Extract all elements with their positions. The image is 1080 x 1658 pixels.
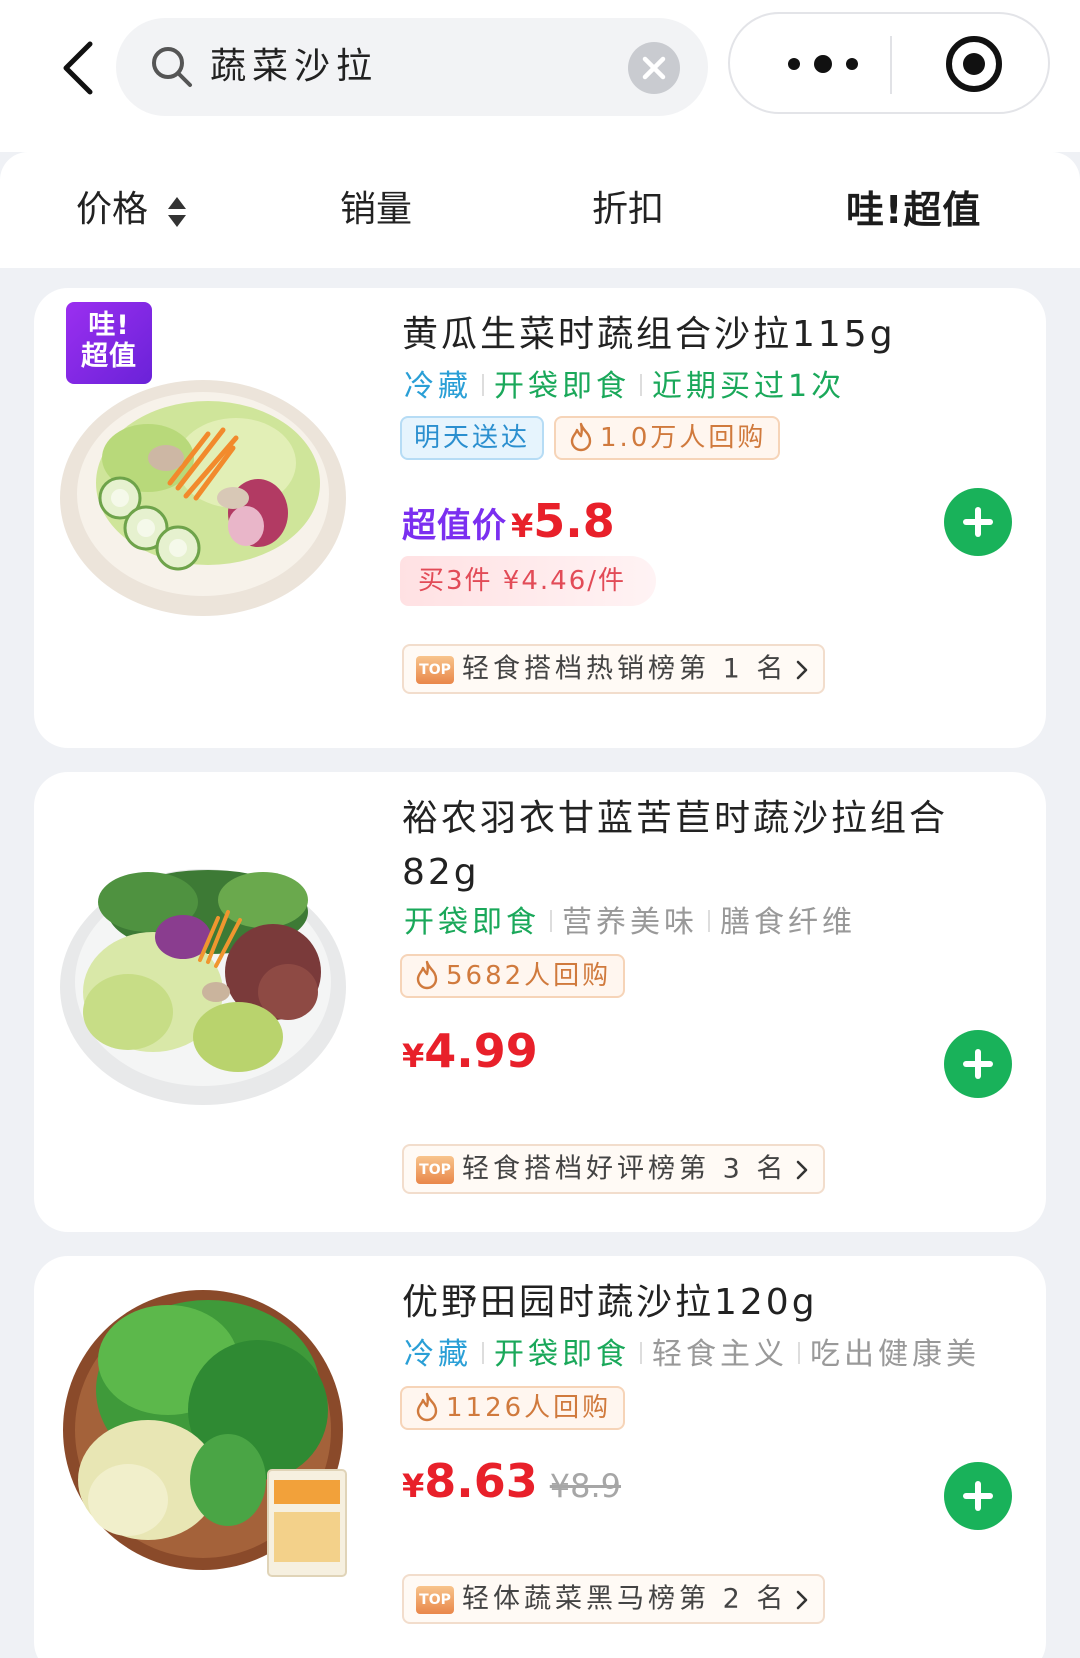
chevron-right-icon [797, 660, 808, 679]
tag-chilled: 冷藏 [404, 1337, 472, 1372]
add-to-cart-button[interactable] [944, 1462, 1012, 1530]
rank-tag[interactable]: TOP 轻食搭档好评榜第 3 名 [402, 1144, 826, 1194]
repurchase-text: 1.0万人回购 [600, 423, 767, 453]
top-badge-icon: TOP [416, 1155, 454, 1184]
search-input[interactable]: 蔬菜沙拉 [210, 44, 378, 90]
tag-nutritious: 营养美味 [562, 905, 698, 940]
currency-symbol: ¥ [402, 1467, 425, 1505]
add-to-cart-button[interactable] [944, 1030, 1012, 1098]
rank-tag[interactable]: TOP 轻体蔬菜黑马榜第 2 名 [402, 1574, 826, 1624]
rank-text: 轻体蔬菜黑马榜第 2 名 [462, 1583, 788, 1615]
sort-updown-icon[interactable] [166, 195, 188, 229]
clear-icon[interactable] [628, 42, 680, 94]
price-row: 超值价 ¥5.8 [402, 494, 615, 548]
sort-discount[interactable]: 折扣 [592, 186, 664, 234]
tag-light-diet: 轻食主义 [652, 1337, 788, 1372]
product-title[interactable]: 黄瓜生菜时蔬组合沙拉115g [402, 308, 1002, 362]
product-tags: 冷藏 开袋即食 轻食主义 吃出健康美 [404, 1334, 980, 1376]
product-image[interactable] [58, 1280, 348, 1580]
price-label: 超值价 [402, 506, 507, 546]
chevron-right-icon [797, 1590, 808, 1609]
tag-healthy: 吃出健康美 [810, 1337, 980, 1372]
sort-sales[interactable]: 销量 [340, 186, 412, 234]
price-row: ¥8.63 ¥8.9 [402, 1454, 621, 1508]
back-arrow-icon[interactable] [58, 38, 102, 98]
tag-ready-to-eat: 开袋即食 [494, 1337, 630, 1372]
search-bar[interactable]: 蔬菜沙拉 [116, 18, 708, 116]
sort-bar: 价格 销量 折扣 哇!超值 [0, 152, 1080, 268]
repurchase-text: 5682人回购 [446, 961, 612, 991]
sort-price[interactable]: 价格 [76, 186, 148, 234]
capsule-divider [890, 36, 892, 94]
more-icon[interactable] [778, 44, 868, 84]
product-price: 5.8 [533, 494, 615, 548]
sort-wow-value[interactable]: 哇!超值 [846, 186, 981, 234]
delivery-chip: 明天送达 [400, 416, 545, 460]
flame-icon [570, 422, 592, 452]
product-card[interactable]: 裕农羽衣甘蓝苦苣时蔬沙拉组合82g 开袋即食 营养美味 膳食纤维 5682人回购 ¥… [34, 772, 1046, 1232]
original-price: ¥8.9 [549, 1467, 622, 1505]
product-title[interactable]: 裕农羽衣甘蓝苦苣时蔬沙拉组合82g [402, 792, 1002, 900]
product-image[interactable] [58, 842, 348, 1122]
tag-ready-to-eat: 开袋即食 [494, 369, 630, 404]
top-badge-icon: TOP [416, 655, 454, 684]
tag-fiber: 膳食纤维 [720, 905, 856, 940]
search-icon [152, 47, 192, 87]
product-card[interactable]: 优野田园时蔬沙拉120g 冷藏 开袋即食 轻食主义 吃出健康美 1126人回购 ¥8.… [34, 1256, 1046, 1658]
flame-icon [416, 1392, 438, 1422]
tag-ready-to-eat: 开袋即食 [404, 905, 540, 940]
flame-icon [416, 960, 438, 990]
rank-text: 轻食搭档热销榜第 1 名 [462, 653, 788, 685]
product-price: 4.99 [424, 1024, 538, 1078]
mini-program-capsule [728, 12, 1050, 114]
currency-symbol: ¥ [511, 507, 534, 545]
wow-value-badge: 哇!超值 [66, 302, 152, 384]
repurchase-chip: 1126人回购 [400, 1386, 626, 1430]
product-tags: 开袋即食 营养美味 膳食纤维 [404, 902, 856, 944]
product-image[interactable] [58, 348, 348, 628]
product-chips: 明天送达 1.0万人回购 [400, 416, 790, 460]
product-card[interactable]: 哇!超值 黄瓜生菜时蔬组合沙拉115g 冷藏 开袋即食 近期买过1次 明天送达 1.0… [34, 288, 1046, 748]
currency-symbol: ¥ [402, 1037, 425, 1075]
top-bar: 蔬菜沙拉 [0, 0, 1080, 152]
tag-chilled: 冷藏 [404, 369, 472, 404]
product-title[interactable]: 优野田园时蔬沙拉120g [402, 1276, 1002, 1330]
product-chips: 5682人回购 [400, 954, 635, 998]
repurchase-chip: 1.0万人回购 [554, 416, 781, 460]
tag-recent-purchase: 近期买过1次 [652, 369, 846, 404]
product-tags: 冷藏 开袋即食 近期买过1次 [404, 366, 845, 408]
product-chips: 1126人回购 [400, 1386, 635, 1430]
price-row: ¥4.99 [402, 1024, 538, 1078]
wow-badge-text: 哇!超值 [81, 310, 137, 372]
target-icon[interactable] [942, 32, 1006, 96]
repurchase-chip: 5682人回购 [400, 954, 626, 998]
chevron-right-icon [797, 1160, 808, 1179]
repurchase-text: 1126人回购 [446, 1393, 612, 1423]
product-price: 8.63 [424, 1454, 538, 1508]
add-to-cart-button[interactable] [944, 488, 1012, 556]
top-badge-icon: TOP [416, 1585, 454, 1614]
multi-buy-offer: 买3件 ¥4.46/件 [400, 556, 656, 606]
rank-tag[interactable]: TOP 轻食搭档热销榜第 1 名 [402, 644, 826, 694]
rank-text: 轻食搭档好评榜第 3 名 [462, 1153, 788, 1185]
